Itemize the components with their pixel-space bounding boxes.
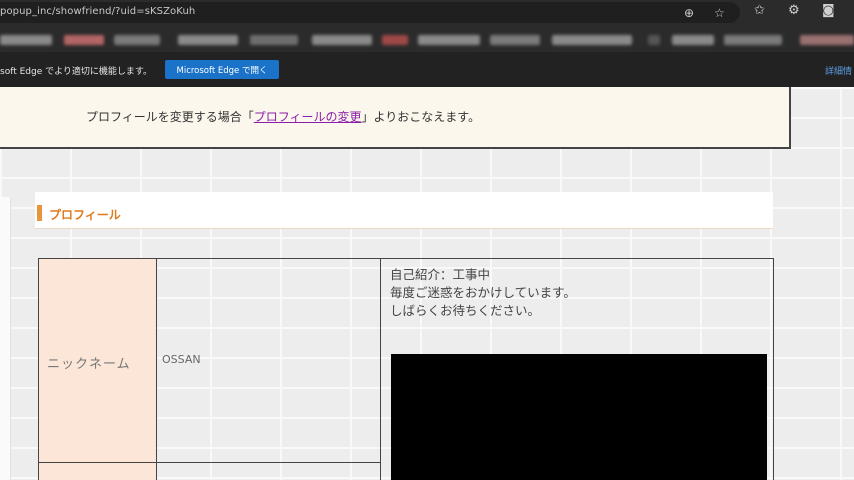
zoom-icon[interactable]: ⊕ [684, 6, 694, 20]
extensions-icon[interactable]: ⚙ [788, 4, 800, 18]
section-title: プロフィール [49, 208, 121, 222]
blurred-bookmark[interactable] [178, 35, 238, 45]
nickname-label: ニックネーム [47, 357, 131, 372]
blurred-bookmark[interactable] [382, 35, 408, 45]
left-panel-edge [0, 197, 11, 480]
nickname-label-cell: ニックネーム [39, 259, 157, 463]
section-heading: プロフィール [35, 192, 773, 229]
details-link[interactable]: 詳細情 [825, 64, 852, 77]
notice-box: プロフィールを変更する場合「プロフィールの変更」よりおこなえます。 [0, 87, 791, 149]
address-bar: popup_inc/showfriend/?uid=sKSZoKuh ⊕ ☆ ✩… [0, 0, 854, 25]
heading-accent-bar [37, 205, 42, 221]
profile-icon[interactable]: ◙ [822, 4, 835, 18]
favorites-icon[interactable]: ✩ [754, 4, 765, 18]
blurred-bookmark[interactable] [0, 35, 52, 45]
redacted-image [391, 354, 767, 480]
blurred-bookmark[interactable] [418, 35, 480, 45]
url-field[interactable]: popup_inc/showfriend/?uid=sKSZoKuh ⊕ ☆ [0, 2, 740, 23]
next-label-cell [39, 463, 157, 480]
intro-line: 毎度ご迷惑をおかけしています。 [390, 285, 576, 300]
open-in-edge-button[interactable]: Microsoft Edge で開く [165, 60, 279, 79]
url-text[interactable]: popup_inc/showfriend/?uid=sKSZoKuh [0, 6, 195, 17]
blurred-bookmark[interactable] [64, 35, 104, 45]
blurred-bookmark[interactable] [800, 35, 854, 45]
blurred-bookmark[interactable] [312, 35, 372, 45]
blurred-bookmark[interactable] [114, 35, 160, 45]
intro-line: しばらくお待ちください。 [390, 303, 541, 318]
profile-change-link[interactable]: プロフィールの変更 [254, 110, 362, 124]
nickname-value: OSSAN [162, 353, 201, 366]
nickname-value-cell: OSSAN [157, 259, 381, 463]
blurred-bookmark[interactable] [648, 35, 660, 45]
profile-table: ニックネーム OSSAN 自己紹介：工事中 毎度ご迷惑をおかけしています。 しば… [38, 258, 774, 480]
page-content: プロフィールを変更する場合「プロフィールの変更」よりおこなえます。 プロフィール… [0, 87, 854, 480]
blurred-bookmark[interactable] [724, 35, 782, 45]
intro-cell: 自己紹介：工事中 毎度ご迷惑をおかけしています。 しばらくお待ちください。 [382, 259, 772, 480]
blurred-bookmark[interactable] [552, 35, 632, 45]
blurred-bookmark[interactable] [672, 35, 714, 45]
notice-suffix: 」よりおこなえます。 [361, 110, 481, 124]
intro-line: 自己紹介：工事中 [390, 267, 491, 282]
notice-prefix: プロフィールを変更する場合「 [86, 110, 254, 124]
star-icon[interactable]: ☆ [714, 6, 725, 20]
bookmarks-bar [0, 25, 854, 52]
infobar-message: soft Edge でより適切に機能します。 [0, 67, 153, 77]
notice-text: プロフィールを変更する場合「プロフィールの変更」よりおこなえます。 [86, 108, 480, 125]
blurred-bookmark[interactable] [490, 35, 540, 45]
next-value-cell [157, 463, 381, 480]
blurred-bookmark[interactable] [250, 35, 298, 45]
browser-infobar: soft Edge でより適切に機能します。 Microsoft Edge で開… [0, 52, 854, 87]
